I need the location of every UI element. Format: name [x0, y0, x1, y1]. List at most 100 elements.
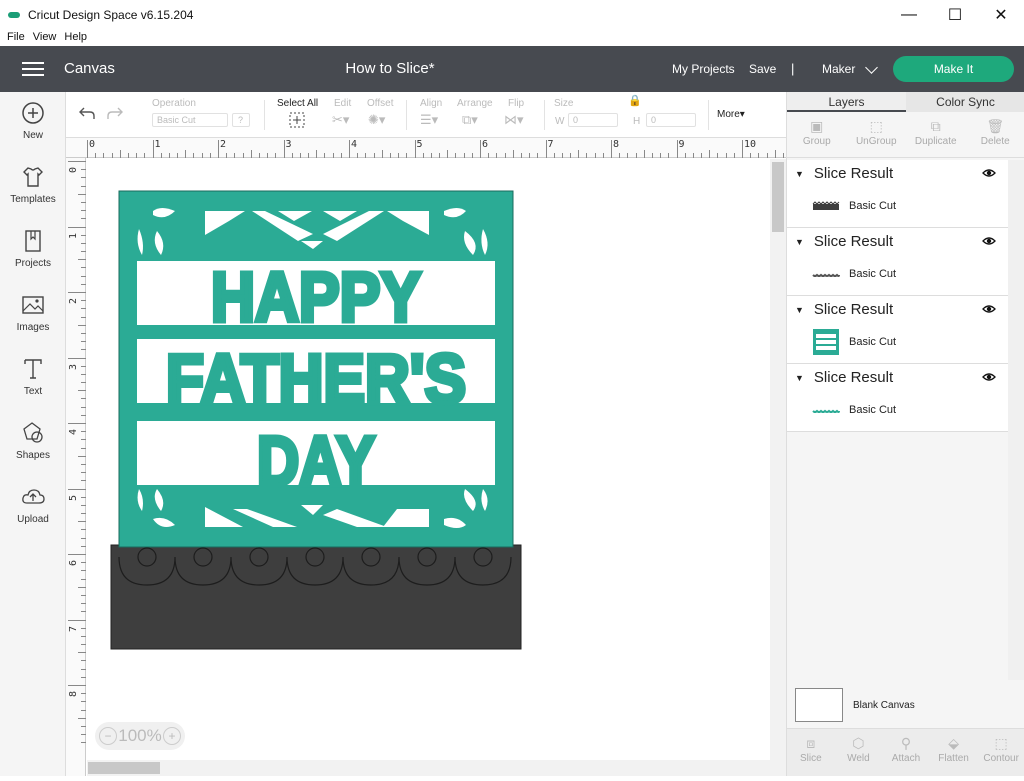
layer-header[interactable]: ▼ Slice Result: [795, 301, 893, 318]
layer-group[interactable]: ▼ Slice Result Basic Cut: [787, 364, 1008, 432]
duplicate-button[interactable]: ⧉ Duplicate: [906, 112, 966, 157]
ruler-tick: [783, 153, 784, 158]
sidebar-item-projects[interactable]: Projects: [0, 228, 66, 269]
tab-layers[interactable]: Layers: [787, 92, 906, 112]
height-input[interactable]: 0: [646, 113, 696, 127]
delete-button[interactable]: 🗑 Delete: [966, 112, 1024, 157]
machine-select[interactable]: Maker: [822, 62, 876, 76]
ruler-tick: [341, 153, 342, 158]
ruler-tick: [144, 153, 145, 158]
arrange-icon[interactable]: ⧉▾: [462, 112, 478, 128]
minimize-button[interactable]: —: [886, 0, 932, 30]
sidebar-item-text[interactable]: Text: [0, 356, 66, 397]
align-icon[interactable]: ☰▾: [420, 112, 438, 128]
layer-header[interactable]: ▼ Slice Result: [795, 233, 893, 250]
ruler-tick: [177, 153, 178, 158]
eye-icon[interactable]: [982, 236, 996, 246]
menu-help[interactable]: Help: [64, 31, 87, 43]
lock-icon[interactable]: 🔒: [628, 94, 642, 107]
flatten-button[interactable]: ⬙ Flatten: [930, 729, 978, 776]
tab-color-sync[interactable]: Color Sync: [906, 92, 1024, 112]
attach-button[interactable]: ⚲ Attach: [882, 729, 930, 776]
layers-panel: Layers Color Sync ▣ Group ⬚ UnGroup ⧉ Du…: [786, 92, 1024, 776]
redo-icon[interactable]: [106, 106, 124, 120]
ruler-tick: [251, 150, 252, 158]
ruler-tick: [218, 140, 219, 158]
eye-icon[interactable]: [982, 304, 996, 314]
canvas-vertical-scrollbar[interactable]: [770, 159, 786, 776]
canvas-vertical-scroll-thumb[interactable]: [772, 162, 784, 232]
eye-icon[interactable]: [982, 372, 996, 382]
ruler-number: 10: [744, 139, 756, 150]
layer-header[interactable]: ▼ Slice Result: [795, 369, 893, 386]
undo-icon[interactable]: [78, 106, 96, 120]
image-icon: [20, 292, 46, 318]
caret-down-icon[interactable]: ▼: [795, 305, 804, 315]
operation-select[interactable]: Basic Cut: [152, 113, 228, 127]
ruler-tick: [81, 636, 86, 637]
zoom-out-button[interactable]: −: [99, 727, 117, 745]
slice-button[interactable]: ⧈ Slice: [787, 729, 835, 776]
ruler-tick: [136, 153, 137, 158]
group-button[interactable]: ▣ Group: [787, 112, 847, 157]
caret-down-icon[interactable]: ▼: [795, 373, 804, 383]
slice-label: Slice: [800, 753, 822, 764]
scissors-icon[interactable]: ✂▾: [332, 112, 349, 128]
shirt-icon: [20, 164, 46, 190]
design-artwork[interactable]: HAPPY FATHER'S DAY: [87, 159, 770, 776]
close-button[interactable]: ✕: [978, 0, 1024, 30]
layer-group[interactable]: ▼ Slice Result Basic Cut: [787, 160, 1008, 228]
ruler-tick: [472, 153, 473, 158]
ungroup-button[interactable]: ⬚ UnGroup: [847, 112, 907, 157]
sidebar-item-new[interactable]: New: [0, 100, 66, 141]
caret-down-icon[interactable]: ▼: [795, 169, 804, 179]
blank-canvas-swatch[interactable]: [795, 688, 843, 722]
canvas-horizontal-scroll-thumb[interactable]: [88, 762, 160, 774]
my-projects-link[interactable]: My Projects: [672, 62, 735, 76]
ruler-tick: [81, 505, 86, 506]
more-button[interactable]: More▾: [717, 109, 745, 120]
ruler-tick: [68, 554, 86, 555]
ruler-tick: [374, 153, 375, 158]
ruler-tick: [750, 153, 751, 158]
ruler-tick: [185, 150, 186, 158]
project-title: How to Slice*: [0, 60, 780, 77]
ruler-tick: [120, 150, 121, 158]
caret-down-icon[interactable]: ▼: [795, 237, 804, 247]
design-canvas[interactable]: HAPPY FATHER'S DAY: [87, 159, 770, 776]
sidebar-item-upload[interactable]: Upload: [0, 484, 66, 525]
select-all-icon[interactable]: [289, 112, 305, 128]
chevron-down-icon: [865, 61, 878, 74]
menu-view[interactable]: View: [33, 31, 57, 43]
ruler-number: 1: [68, 232, 79, 238]
operation-info-icon[interactable]: ?: [232, 113, 250, 127]
ruler-tick: [81, 366, 86, 367]
weld-button[interactable]: ⬡ Weld: [835, 729, 883, 776]
contour-button[interactable]: ⬚ Contour: [977, 729, 1024, 776]
ruler-tick: [693, 153, 694, 158]
layer-header[interactable]: ▼ Slice Result: [795, 165, 893, 182]
ruler-tick: [78, 390, 86, 391]
flip-icon[interactable]: ⋈▾: [504, 112, 524, 128]
save-button[interactable]: Save: [749, 62, 776, 76]
ruler-tick: [81, 742, 86, 743]
ruler-number: 1: [155, 139, 161, 150]
layer-group[interactable]: ▼ Slice Result Basic Cut: [787, 296, 1008, 364]
layer-group[interactable]: ▼ Slice Result Basic Cut: [787, 228, 1008, 296]
sidebar-item-images[interactable]: Images: [0, 292, 66, 333]
offset-icon[interactable]: ✺▾: [368, 112, 385, 128]
zoom-in-button[interactable]: +: [163, 727, 181, 745]
eye-icon[interactable]: [982, 168, 996, 178]
ruler-tick: [636, 153, 637, 158]
width-input[interactable]: 0: [568, 113, 618, 127]
maximize-button[interactable]: ☐: [932, 0, 978, 30]
menu-file[interactable]: File: [7, 31, 25, 43]
sidebar-item-shapes[interactable]: Shapes: [0, 420, 66, 461]
ruler-tick: [603, 153, 604, 158]
ruler-tick: [81, 644, 86, 645]
flatten-icon: ⬙: [930, 735, 978, 753]
make-it-button[interactable]: Make It: [893, 56, 1014, 82]
canvas-horizontal-scrollbar[interactable]: [87, 760, 770, 776]
layers-scrollbar[interactable]: [1008, 160, 1024, 680]
sidebar-item-templates[interactable]: Templates: [0, 164, 66, 205]
